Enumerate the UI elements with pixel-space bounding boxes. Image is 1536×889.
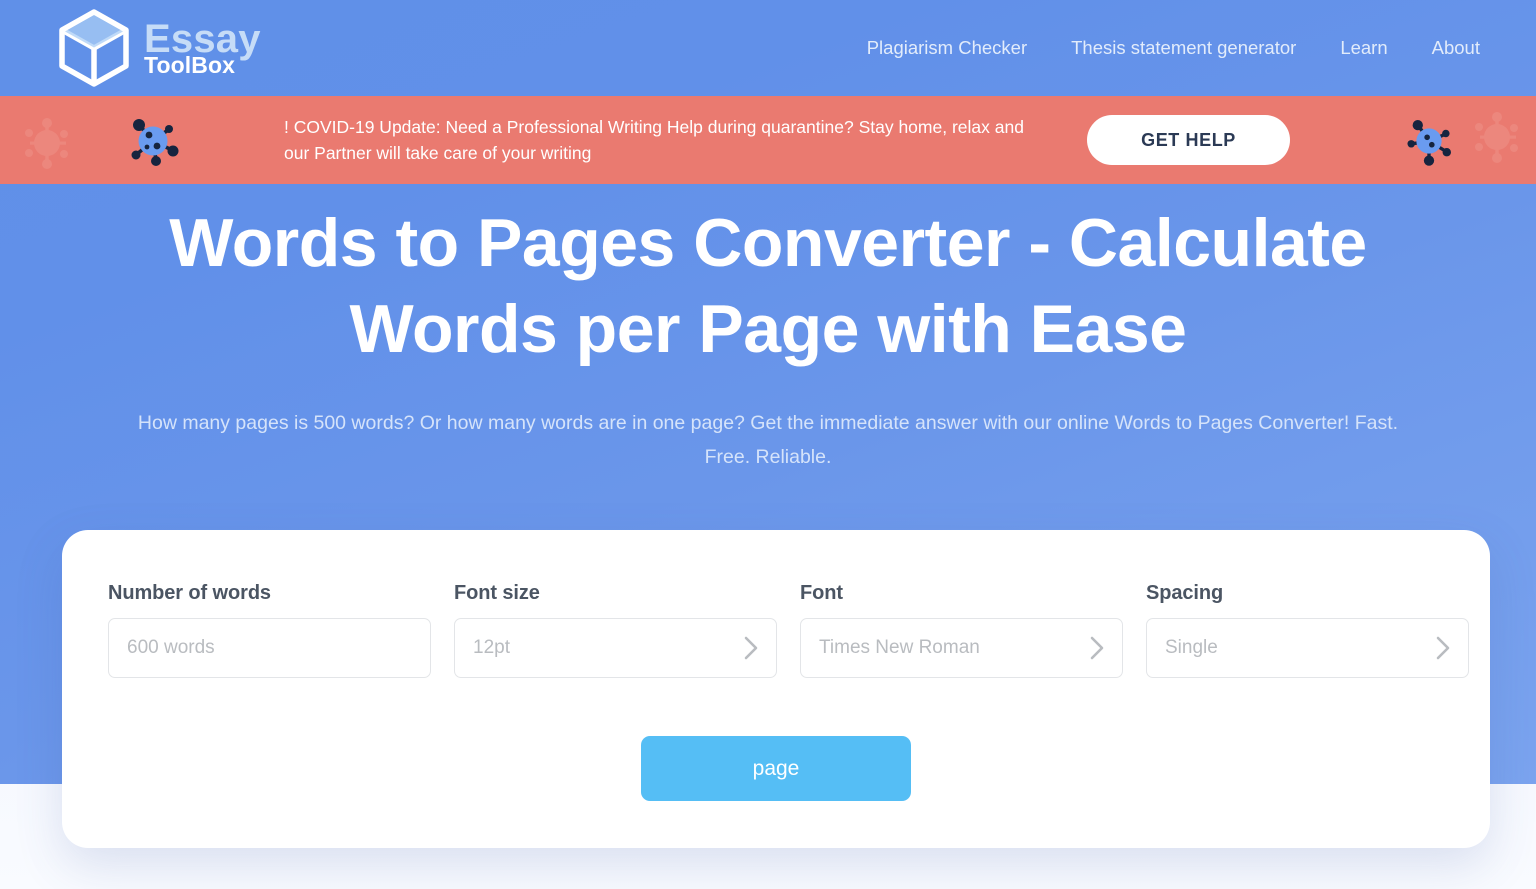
covid-banner: ! COVID-19 Update: Need a Professional W… (0, 96, 1536, 184)
converter-form-card: Number of words Font size 12pt Fon (62, 530, 1490, 848)
field-label-font: Font (800, 582, 843, 604)
nav-item-about[interactable]: About (1432, 37, 1480, 59)
site-header: Essay ToolBox Plagiarism Checker Thesis … (0, 0, 1536, 96)
nav-item-learn[interactable]: Learn (1340, 37, 1387, 59)
brand-wordmark: Essay ToolBox (144, 19, 261, 77)
virus-icon (122, 110, 184, 177)
number-of-words-input[interactable] (109, 637, 430, 659)
submit-row: page (62, 736, 1490, 801)
field-label-font-size: Font size (454, 582, 540, 604)
main-navigation: Plagiarism Checker Thesis statement gene… (867, 37, 1480, 59)
field-font-size: Font size 12pt (454, 582, 777, 678)
virus-icon (1466, 104, 1528, 171)
cube-icon (56, 8, 132, 88)
calculate-button[interactable]: page (641, 736, 911, 801)
font-size-value: 12pt (473, 637, 510, 658)
hero-subtitle: How many pages is 500 words? Or how many… (137, 412, 1399, 468)
nav-item-thesis-statement-generator[interactable]: Thesis statement generator (1071, 37, 1296, 59)
field-label-spacing: Spacing (1146, 582, 1224, 604)
field-number-of-words: Number of words (108, 582, 431, 678)
form-fields-row: Number of words Font size 12pt Fon (108, 582, 1469, 678)
virus-icon (1400, 112, 1458, 175)
chevron-right-icon (1434, 634, 1452, 662)
brand-logo[interactable]: Essay ToolBox (56, 8, 261, 88)
get-help-button[interactable]: GET HELP (1087, 115, 1290, 165)
field-spacing: Spacing Single (1146, 582, 1469, 678)
chevron-right-icon (1088, 634, 1106, 662)
nav-item-plagiarism-checker[interactable]: Plagiarism Checker (867, 37, 1027, 59)
banner-message: ! COVID-19 Update: Need a Professional W… (284, 117, 1024, 163)
virus-icon (16, 110, 78, 177)
spacing-value: Single (1165, 637, 1218, 658)
spacing-select[interactable]: Single (1146, 618, 1469, 678)
page-root: Essay ToolBox Plagiarism Checker Thesis … (0, 0, 1536, 889)
field-label-number-of-words: Number of words (108, 582, 271, 604)
font-size-select[interactable]: 12pt (454, 618, 777, 678)
page-title: Words to Pages Converter - Calculate Wor… (169, 205, 1367, 367)
number-of-words-input-wrapper[interactable] (108, 618, 431, 678)
font-select[interactable]: Times New Roman (800, 618, 1123, 678)
font-value: Times New Roman (819, 637, 980, 658)
chevron-right-icon (742, 634, 760, 662)
field-font: Font Times New Roman (800, 582, 1123, 678)
hero-section: Words to Pages Converter - Calculate Wor… (0, 200, 1536, 474)
